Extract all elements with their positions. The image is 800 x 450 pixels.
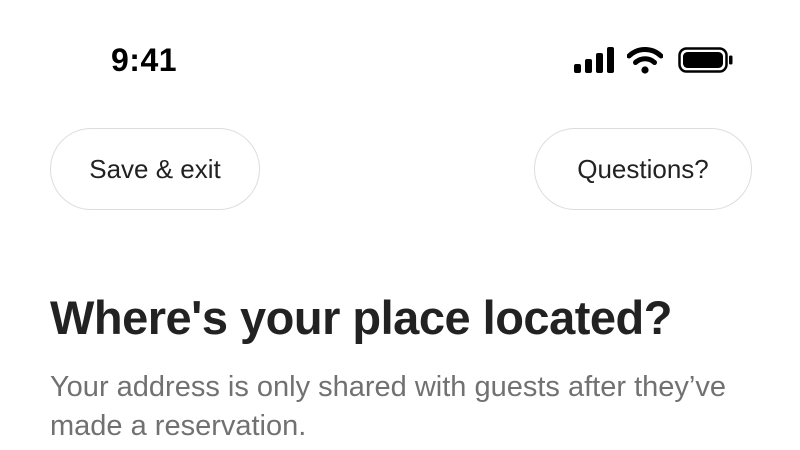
status-time: 9:41: [111, 42, 178, 78]
battery-icon: [678, 47, 733, 73]
signal-icon: [574, 47, 614, 73]
status-icons: [574, 44, 734, 76]
page-subtitle: Your address is only shared with guests …: [50, 371, 726, 442]
status-bar: 9:41: [0, 0, 800, 110]
page-title: Where's your place located?: [50, 291, 672, 344]
questions-button[interactable]: Questions?: [534, 128, 752, 210]
save-exit-button[interactable]: Save & exit: [50, 128, 260, 210]
wifi-icon: [627, 47, 663, 74]
